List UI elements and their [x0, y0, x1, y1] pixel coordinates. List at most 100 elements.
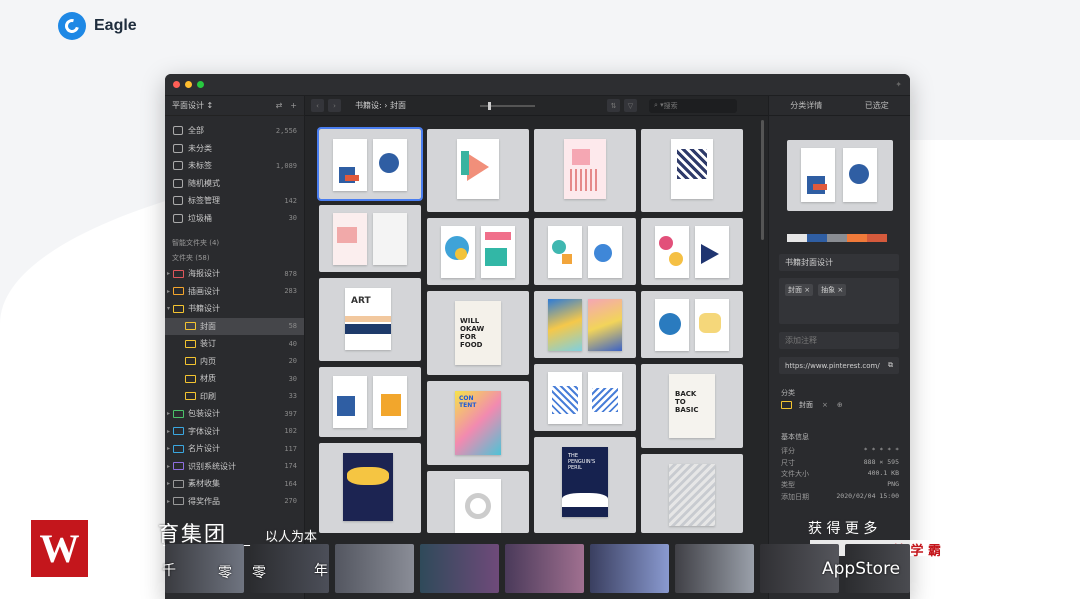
tag-chip[interactable]: 封面 × [785, 284, 814, 296]
asset-poster: THE PENGUIN'S PERIL [562, 447, 608, 517]
asset-thumb[interactable] [641, 291, 743, 358]
folders-header[interactable]: 文件夹 (58) [165, 250, 304, 265]
sidebar-item[interactable]: 未分类 [165, 140, 304, 158]
palette-swatch[interactable] [867, 234, 887, 242]
folder-count: 30 [288, 374, 297, 383]
asset-thumb[interactable] [534, 364, 636, 431]
remove-icon[interactable]: × [822, 401, 828, 409]
folder-count: 58 [288, 322, 297, 331]
folder-item[interactable]: ▸ 海报设计 878 [165, 265, 304, 283]
expand-arrow-icon[interactable]: ▸ [167, 270, 170, 277]
asset-thumb[interactable] [641, 129, 743, 212]
sidebar-item[interactable]: 未标签 1,089 [165, 157, 304, 175]
palette-swatch[interactable] [847, 234, 867, 242]
folder-item[interactable]: ▸ 素材收集 164 [165, 475, 304, 493]
asset-thumb[interactable] [319, 205, 421, 272]
asset-thumb[interactable]: BACK TO BASIC [641, 364, 743, 448]
breadcrumb-parent[interactable]: 书籍设: [355, 101, 382, 110]
folder-item[interactable]: ▸ 包装设计 397 [165, 405, 304, 423]
tags-field[interactable]: 封面 × 抽象 × [779, 278, 899, 324]
tab-selected[interactable]: 已选定 [865, 100, 889, 111]
library-switcher[interactable]: 平面设计 ↕ ⇄ + [165, 96, 304, 116]
asset-poster [548, 299, 582, 351]
tag-chip[interactable]: 抽象 × [818, 284, 847, 296]
asset-thumb[interactable] [427, 129, 529, 212]
sidebar-item[interactable]: 随机模式 [165, 175, 304, 193]
asset-thumb[interactable] [319, 443, 421, 533]
folder-icon [185, 392, 196, 401]
folder-item[interactable]: ▸ 名片设计 117 [165, 440, 304, 458]
asset-thumb[interactable] [534, 291, 636, 358]
expand-arrow-icon[interactable]: ▾ [167, 305, 170, 312]
sidebar-item[interactable]: 全部 2,556 [165, 122, 304, 140]
asset-thumb[interactable] [427, 471, 529, 533]
asset-thumb[interactable] [317, 127, 423, 201]
poster-shape [669, 252, 683, 266]
folder-item[interactable]: 材质 30 [165, 370, 304, 388]
forward-button[interactable]: › [328, 99, 341, 112]
trash-icon [173, 213, 183, 223]
asset-thumb[interactable] [641, 454, 743, 533]
asset-thumb[interactable] [319, 367, 421, 437]
smart-folders-header[interactable]: 智能文件夹 (4) [165, 235, 304, 250]
url-field[interactable]: https://www.pinterest.com/ ⧉ [779, 357, 899, 374]
folder-item[interactable]: ▸ 得奖作品 270 [165, 493, 304, 511]
maximize-button[interactable] [197, 81, 204, 88]
folder-item[interactable]: 印刷 33 [165, 388, 304, 406]
asset-thumb[interactable] [641, 218, 743, 285]
asset-thumb[interactable] [534, 218, 636, 285]
expand-arrow-icon[interactable]: ▸ [167, 428, 170, 435]
tag-icon [173, 196, 183, 206]
note-field[interactable]: 添加注释 [779, 332, 899, 349]
folder-item[interactable]: 内页 20 [165, 353, 304, 371]
pin-icon[interactable]: ✦ [895, 80, 902, 89]
scrollbar[interactable] [761, 120, 764, 240]
folder-item[interactable]: ▸ 插画设计 283 [165, 283, 304, 301]
folder-item[interactable]: ▾ 书籍设计 [165, 300, 304, 318]
minimize-button[interactable] [185, 81, 192, 88]
breadcrumb-current[interactable]: 封面 [390, 101, 406, 110]
close-button[interactable] [173, 81, 180, 88]
expand-arrow-icon[interactable]: ▸ [167, 480, 170, 487]
poster-label: ART [351, 296, 371, 306]
asset-thumb[interactable]: CON TENT [427, 381, 529, 465]
category-chip[interactable]: 封面 × ⊕ [781, 400, 843, 410]
asset-thumb[interactable]: THE PENGUIN'S PERIL [534, 437, 636, 533]
info-label: 评分 [781, 447, 795, 455]
rating-stars[interactable]: * * * * * [864, 446, 899, 456]
asset-thumb[interactable] [534, 129, 636, 212]
palette-swatch[interactable] [807, 234, 827, 242]
palette-swatch[interactable] [827, 234, 847, 242]
sort-icon[interactable]: ⇅ [607, 99, 620, 112]
expand-arrow-icon[interactable]: ▸ [167, 445, 170, 452]
name-field[interactable]: 书籍封面设计 [779, 254, 899, 271]
expand-arrow-icon[interactable]: ▸ [167, 288, 170, 295]
palette-swatch[interactable] [787, 234, 807, 242]
sidebar-item[interactable]: 标签管理 142 [165, 192, 304, 210]
asset-thumb[interactable] [427, 218, 529, 285]
folder-item[interactable]: 封面 58 [165, 317, 304, 335]
filter-icon[interactable]: ▽ [624, 99, 637, 112]
asset-thumb[interactable]: WILL OKAW FOR FOOD [427, 291, 529, 375]
expand-arrow-icon[interactable]: ▸ [167, 463, 170, 470]
expand-arrow-icon[interactable]: ▸ [167, 498, 170, 505]
add-icon[interactable]: + [290, 101, 297, 110]
uncategorized-icon [173, 143, 183, 153]
tab-category-details[interactable]: 分类详情 [790, 100, 822, 111]
back-button[interactable]: ‹ [311, 99, 324, 112]
info-size: 尺寸 888 × 595 [781, 458, 899, 468]
sidebar-item[interactable]: 垃圾桶 30 [165, 210, 304, 228]
folder-item[interactable]: ▸ 字体设计 102 [165, 423, 304, 441]
add-category-icon[interactable]: ⊕ [837, 401, 843, 409]
expand-arrow-icon[interactable]: ▸ [167, 410, 170, 417]
open-link-icon[interactable]: ⧉ [888, 361, 893, 370]
zoom-slider[interactable] [480, 101, 535, 110]
asset-thumb[interactable]: ART [319, 278, 421, 361]
folder-item[interactable]: ▸ 识别系统设计 174 [165, 458, 304, 476]
search-input[interactable]: ⌕ ▾ 搜索 [649, 98, 737, 113]
sync-icon[interactable]: ⇄ [276, 101, 283, 110]
asset-poster [548, 226, 582, 278]
zoom-slider-handle[interactable] [488, 101, 491, 110]
folder-item[interactable]: 装订 40 [165, 335, 304, 353]
poster-shape [455, 248, 467, 260]
